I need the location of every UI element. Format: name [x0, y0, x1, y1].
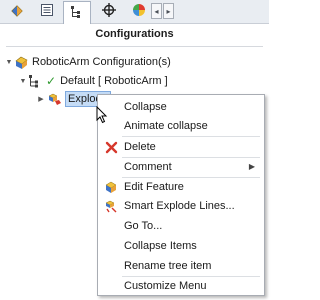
- menu-item-label: Delete: [124, 141, 156, 153]
- tab-feature-manager[interactable]: [3, 1, 31, 22]
- chevron-right-icon: ▸: [166, 6, 171, 16]
- header-divider: [6, 46, 263, 47]
- menu-item-go-to[interactable]: Go To...: [98, 216, 264, 236]
- menu-item-collapse-items[interactable]: Collapse Items: [98, 236, 264, 256]
- appearance-pie-icon: [131, 2, 147, 21]
- feature-tree-icon: [9, 2, 25, 21]
- tab-scroll-right-button[interactable]: ▸: [163, 3, 174, 19]
- menu-item-label: Customize Menu: [124, 280, 207, 292]
- tree-default-label: Default [ RoboticArm ]: [60, 75, 168, 87]
- menu-item-delete[interactable]: Delete: [98, 137, 264, 157]
- tab-display-manager[interactable]: [125, 1, 153, 22]
- menu-item-label: Comment: [124, 161, 172, 173]
- active-check-icon: ✓: [46, 74, 57, 88]
- collapse-triangle-icon[interactable]: ▼: [18, 78, 28, 85]
- mouse-cursor-icon: [96, 105, 108, 127]
- smart-explode-lines-icon: [104, 199, 118, 213]
- menu-item-label: Smart Explode Lines...: [124, 200, 235, 212]
- menu-item-rename-tree-item[interactable]: Rename tree item: [98, 256, 264, 276]
- menu-item-label: Rename tree item: [124, 260, 212, 272]
- menu-item-comment[interactable]: Comment ▶: [98, 157, 264, 177]
- tab-property-manager[interactable]: [33, 1, 61, 22]
- menu-item-label: Go To...: [124, 220, 163, 232]
- edit-feature-icon: [104, 180, 118, 194]
- menu-item-collapse[interactable]: Collapse: [98, 97, 264, 117]
- menu-item-animate-collapse[interactable]: Animate collapse: [98, 116, 264, 136]
- menu-item-label: Edit Feature: [124, 181, 184, 193]
- config-tree-icon: [28, 74, 43, 89]
- expand-triangle-icon[interactable]: ▶: [36, 95, 46, 103]
- tree-default-config-row[interactable]: ▼ ✓ Default [ RoboticArm ]: [18, 72, 168, 90]
- menu-item-label: Collapse Items: [124, 240, 197, 252]
- menu-item-edit-feature[interactable]: Edit Feature: [98, 177, 264, 197]
- panel-title: Configurations: [95, 28, 174, 40]
- submenu-arrow-icon: ▶: [248, 162, 255, 171]
- chevron-left-icon: ◂: [154, 6, 159, 16]
- menu-item-smart-explode-lines[interactable]: Smart Explode Lines...: [98, 196, 264, 216]
- context-menu: Collapse Animate collapse Delete Comment…: [97, 94, 265, 296]
- menu-item-label: Collapse: [124, 101, 167, 113]
- delete-x-icon: [104, 140, 118, 154]
- configuration-icon: [69, 4, 85, 23]
- tab-scroll-left-button[interactable]: ◂: [151, 3, 162, 19]
- crosshair-icon: [101, 2, 117, 21]
- property-list-icon: [39, 2, 55, 21]
- tab-configuration-manager[interactable]: [63, 1, 91, 24]
- tree-root-label: RoboticArm Configuration(s): [32, 56, 171, 68]
- tab-dimxpert[interactable]: [95, 1, 123, 22]
- exploded-view-icon: [46, 92, 62, 107]
- panel-tab-bar: ◂ ▸: [0, 0, 269, 24]
- menu-item-customize-menu[interactable]: Customize Menu: [98, 276, 264, 296]
- collapse-triangle-icon[interactable]: ▼: [4, 59, 14, 66]
- menu-item-label: Animate collapse: [124, 120, 208, 132]
- assembly-icon: [14, 55, 29, 70]
- tree-root-row[interactable]: ▼ RoboticArm Configuration(s): [4, 53, 171, 71]
